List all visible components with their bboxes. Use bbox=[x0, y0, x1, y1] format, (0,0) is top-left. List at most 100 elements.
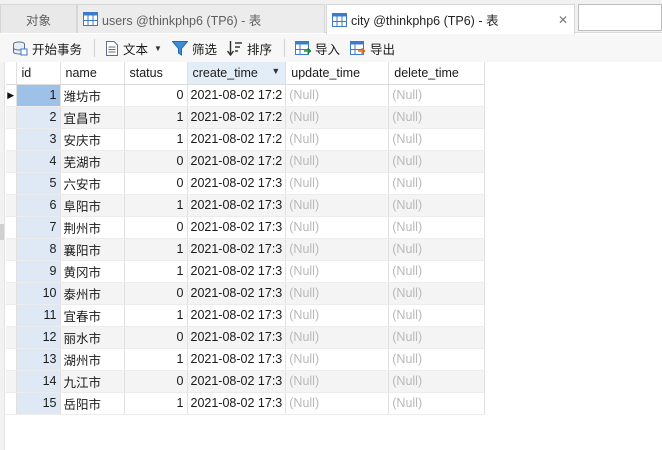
table-row[interactable]: 4 芜湖市 0 2021-08-02 17:2 (Null) (Null) bbox=[6, 150, 486, 173]
cell-status[interactable]: 1 bbox=[124, 238, 188, 261]
table-row[interactable]: 10 泰州市 0 2021-08-02 17:3 (Null) (Null) bbox=[6, 282, 486, 305]
table-row[interactable]: ▶ 1 潍坊市 0 2021-08-02 17:2 (Null) (Null) bbox=[6, 84, 486, 107]
cell-delete-time[interactable]: (Null) bbox=[388, 194, 486, 217]
cell-status[interactable]: 1 bbox=[124, 260, 188, 283]
column-header-id[interactable]: id bbox=[16, 62, 61, 85]
cell-delete-time[interactable]: (Null) bbox=[388, 84, 486, 107]
chevron-down-icon[interactable]: ▼ bbox=[154, 44, 162, 53]
cell-create-time[interactable]: 2021-08-02 17:3 bbox=[187, 304, 287, 327]
cell-create-time[interactable]: 2021-08-02 17:3 bbox=[187, 194, 287, 217]
cell-update-time[interactable]: (Null) bbox=[285, 260, 390, 283]
cell-update-time[interactable]: (Null) bbox=[285, 326, 390, 349]
cell-update-time[interactable]: (Null) bbox=[285, 106, 390, 129]
cell-name[interactable]: 六安市 bbox=[60, 172, 125, 195]
cell-id[interactable]: 3 bbox=[16, 128, 61, 151]
cell-name[interactable]: 芜湖市 bbox=[60, 150, 125, 173]
cell-update-time[interactable]: (Null) bbox=[285, 84, 390, 107]
table-row[interactable]: 9 黄冈市 1 2021-08-02 17:3 (Null) (Null) bbox=[6, 260, 486, 283]
cell-delete-time[interactable]: (Null) bbox=[388, 370, 486, 393]
cell-status[interactable]: 1 bbox=[124, 128, 188, 151]
cell-name[interactable]: 宜昌市 bbox=[60, 106, 125, 129]
cell-create-time[interactable]: 2021-08-02 17:3 bbox=[187, 216, 287, 239]
cell-id[interactable]: 8 bbox=[16, 238, 61, 261]
column-header-status[interactable]: status bbox=[124, 62, 188, 85]
cell-status[interactable]: 1 bbox=[124, 348, 188, 371]
cell-status[interactable]: 0 bbox=[124, 150, 188, 173]
cell-name[interactable]: 九江市 bbox=[60, 370, 125, 393]
cell-name[interactable]: 潍坊市 bbox=[60, 84, 125, 107]
cell-delete-time[interactable]: (Null) bbox=[388, 128, 486, 151]
column-header-name[interactable]: name bbox=[60, 62, 125, 85]
cell-id[interactable]: 5 bbox=[16, 172, 61, 195]
cell-create-time[interactable]: 2021-08-02 17:2 bbox=[187, 106, 287, 129]
cell-name[interactable]: 荆州市 bbox=[60, 216, 125, 239]
cell-id[interactable]: 1 bbox=[16, 84, 61, 107]
cell-delete-time[interactable]: (Null) bbox=[388, 348, 486, 371]
cell-create-time[interactable]: 2021-08-02 17:3 bbox=[187, 172, 287, 195]
column-header-create-time[interactable]: create_time ▼ bbox=[187, 62, 287, 85]
column-header-update-time[interactable]: update_time bbox=[285, 62, 390, 85]
table-row[interactable]: 6 阜阳市 1 2021-08-02 17:3 (Null) (Null) bbox=[6, 194, 486, 217]
cell-name[interactable]: 丽水市 bbox=[60, 326, 125, 349]
table-row[interactable]: 13 湖州市 1 2021-08-02 17:3 (Null) (Null) bbox=[6, 348, 486, 371]
cell-status[interactable]: 1 bbox=[124, 304, 188, 327]
cell-update-time[interactable]: (Null) bbox=[285, 392, 390, 415]
table-row[interactable]: 5 六安市 0 2021-08-02 17:3 (Null) (Null) bbox=[6, 172, 486, 195]
cell-create-time[interactable]: 2021-08-02 17:3 bbox=[187, 238, 287, 261]
cell-update-time[interactable]: (Null) bbox=[285, 128, 390, 151]
cell-create-time[interactable]: 2021-08-02 17:2 bbox=[187, 128, 287, 151]
cell-update-time[interactable]: (Null) bbox=[285, 172, 390, 195]
cell-id[interactable]: 6 bbox=[16, 194, 61, 217]
cell-delete-time[interactable]: (Null) bbox=[388, 172, 486, 195]
cell-create-time[interactable]: 2021-08-02 17:3 bbox=[187, 392, 287, 415]
cell-delete-time[interactable]: (Null) bbox=[388, 216, 486, 239]
close-icon[interactable]: ✕ bbox=[558, 13, 568, 27]
cell-id[interactable]: 12 bbox=[16, 326, 61, 349]
cell-name[interactable]: 安庆市 bbox=[60, 128, 125, 151]
cell-update-time[interactable]: (Null) bbox=[285, 194, 390, 217]
cell-name[interactable]: 阜阳市 bbox=[60, 194, 125, 217]
cell-name[interactable]: 宜春市 bbox=[60, 304, 125, 327]
cell-name[interactable]: 襄阳市 bbox=[60, 238, 125, 261]
cell-status[interactable]: 0 bbox=[124, 370, 188, 393]
cell-update-time[interactable]: (Null) bbox=[285, 282, 390, 305]
cell-name[interactable]: 泰州市 bbox=[60, 282, 125, 305]
text-view-button[interactable]: 文本 ▼ bbox=[101, 36, 166, 60]
import-button[interactable]: 导入 bbox=[291, 36, 344, 60]
table-row[interactable]: 15 岳阳市 1 2021-08-02 17:3 (Null) (Null) bbox=[6, 392, 486, 415]
cell-status[interactable]: 1 bbox=[124, 392, 188, 415]
cell-id[interactable]: 2 bbox=[16, 106, 61, 129]
table-row[interactable]: 3 安庆市 1 2021-08-02 17:2 (Null) (Null) bbox=[6, 128, 486, 151]
column-header-delete-time[interactable]: delete_time bbox=[388, 62, 486, 85]
cell-id[interactable]: 7 bbox=[16, 216, 61, 239]
table-row[interactable]: 7 荆州市 0 2021-08-02 17:3 (Null) (Null) bbox=[6, 216, 486, 239]
sort-desc-icon[interactable]: ▼ bbox=[271, 66, 280, 76]
cell-create-time[interactable]: 2021-08-02 17:3 bbox=[187, 370, 287, 393]
cell-status[interactable]: 0 bbox=[124, 172, 188, 195]
cell-status[interactable]: 1 bbox=[124, 106, 188, 129]
cell-status[interactable]: 1 bbox=[124, 194, 188, 217]
cell-delete-time[interactable]: (Null) bbox=[388, 150, 486, 173]
cell-status[interactable]: 0 bbox=[124, 282, 188, 305]
tab-users-table[interactable]: users @thinkphp6 (TP6) - 表 bbox=[77, 4, 325, 33]
cell-status[interactable]: 0 bbox=[124, 326, 188, 349]
cell-update-time[interactable]: (Null) bbox=[285, 150, 390, 173]
cell-id[interactable]: 10 bbox=[16, 282, 61, 305]
cell-status[interactable]: 0 bbox=[124, 84, 188, 107]
cell-id[interactable]: 9 bbox=[16, 260, 61, 283]
cell-id[interactable]: 15 bbox=[16, 392, 61, 415]
cell-create-time[interactable]: 2021-08-02 17:3 bbox=[187, 326, 287, 349]
cell-delete-time[interactable]: (Null) bbox=[388, 304, 486, 327]
table-row[interactable]: 14 九江市 0 2021-08-02 17:3 (Null) (Null) bbox=[6, 370, 486, 393]
cell-name[interactable]: 黄冈市 bbox=[60, 260, 125, 283]
cell-name[interactable]: 岳阳市 bbox=[60, 392, 125, 415]
table-row[interactable]: 8 襄阳市 1 2021-08-02 17:3 (Null) (Null) bbox=[6, 238, 486, 261]
cell-create-time[interactable]: 2021-08-02 17:3 bbox=[187, 260, 287, 283]
filter-button[interactable]: 筛选 bbox=[168, 36, 221, 60]
cell-delete-time[interactable]: (Null) bbox=[388, 238, 486, 261]
cell-id[interactable]: 11 bbox=[16, 304, 61, 327]
cell-create-time[interactable]: 2021-08-02 17:3 bbox=[187, 282, 287, 305]
table-row[interactable]: 12 丽水市 0 2021-08-02 17:3 (Null) (Null) bbox=[6, 326, 486, 349]
cell-id[interactable]: 4 bbox=[16, 150, 61, 173]
cell-delete-time[interactable]: (Null) bbox=[388, 326, 486, 349]
